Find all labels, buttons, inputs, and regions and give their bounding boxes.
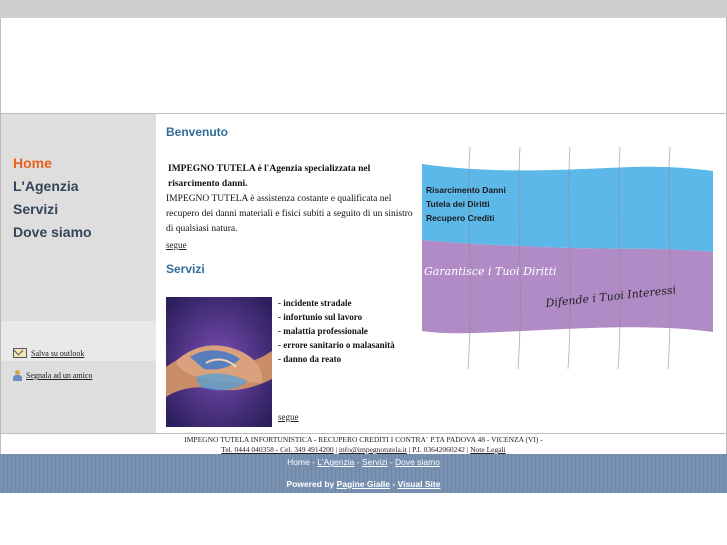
- save-outlook-link[interactable]: Salva su outlook: [13, 348, 84, 358]
- welcome-title: Benvenuto: [166, 125, 229, 139]
- service-item: - incidente stradale: [278, 298, 352, 308]
- bottom-nav: Home - L'Agenzia - Servizi - Dove siamo: [287, 457, 440, 467]
- welcome-body: IMPEGNO TUTELA è assistenza costante e q…: [166, 194, 413, 234]
- bottom-bar: Home - L'Agenzia - Servizi - Dove siamo …: [0, 454, 727, 493]
- service-item: - errore sanitario o malasanità: [278, 340, 395, 350]
- hands-photo: [166, 297, 272, 427]
- hands-photo-image: [166, 297, 272, 427]
- service-item: - infortunio sul lavoro: [278, 312, 363, 322]
- pagine-gialle-link[interactable]: Pagine Gialle: [337, 479, 390, 489]
- bottom-link-agenzia[interactable]: L'Agenzia: [317, 457, 354, 467]
- powered-by: Powered by Pagine Gialle - Visual Site: [286, 479, 441, 489]
- hero-banner-image: Risarcimento Danni Tutela dei Diritti Re…: [422, 146, 713, 370]
- services-more-link[interactable]: segue: [278, 412, 299, 422]
- powered-by-label: Powered by: [286, 479, 335, 489]
- visual-site-link[interactable]: Visual Site: [398, 479, 441, 489]
- company-vat: P.I. 03642060242: [412, 445, 465, 454]
- tell-friend-label: Segnala ad un amico: [26, 371, 93, 380]
- sidebar-nav: Home L'Agenzia Servizi Dove siamo: [13, 154, 92, 246]
- hero-banner: Risarcimento Danni Tutela dei Diritti Re…: [422, 146, 713, 370]
- company-address: IMPEGNO TUTELA INFORTUNISTICA - RECUPERO…: [184, 435, 543, 444]
- welcome-text: IMPEGNO TUTELA è l'Agenzia specializzata…: [166, 162, 414, 237]
- tell-friend-link[interactable]: Segnala ad un amico: [13, 370, 92, 381]
- legal-notes-link[interactable]: Note Legali: [470, 445, 506, 454]
- nav-home[interactable]: Home: [13, 154, 92, 177]
- friend-icon: [13, 370, 22, 381]
- service-item: - danno da reato: [278, 354, 342, 364]
- banner-line-2: Tutela dei Diritti: [426, 199, 490, 209]
- sidebar: Home L'Agenzia Servizi Dove siamo Salva …: [1, 114, 156, 433]
- company-info: IMPEGNO TUTELA INFORTUNISTICA - RECUPERO…: [1, 433, 726, 455]
- services-title: Servizi: [166, 262, 205, 276]
- nav-servizi[interactable]: Servizi: [13, 200, 92, 223]
- bottom-link-home[interactable]: Home: [287, 457, 310, 467]
- banner-script-1: Garantisce i Tuoi Diritti: [424, 265, 557, 278]
- services-list: - incidente stradale - infortunio sul la…: [278, 296, 408, 366]
- banner-line-1: Risarcimento Danni: [426, 185, 506, 195]
- welcome-more-link[interactable]: segue: [166, 240, 187, 250]
- bottom-link-servizi[interactable]: Servizi: [362, 457, 388, 467]
- service-item: - malattia professionale: [278, 326, 368, 336]
- bottom-link-dove-siamo[interactable]: Dove siamo: [395, 457, 440, 467]
- save-outlook-label: Salva su outlook: [31, 348, 85, 358]
- top-strip: [0, 0, 727, 18]
- nav-agenzia[interactable]: L'Agenzia: [13, 177, 92, 200]
- welcome-lead-1: IMPEGNO TUTELA è l'Agenzia specializzata…: [168, 164, 371, 174]
- welcome-lead-2: risarcimento danni.: [168, 179, 248, 189]
- nav-dove-siamo[interactable]: Dove siamo: [13, 223, 92, 246]
- banner-line-3: Recupero Crediti: [426, 213, 495, 223]
- envelope-icon: [13, 348, 27, 358]
- company-email[interactable]: info@impegnotutela.it: [339, 445, 407, 454]
- company-phones[interactable]: Tel. 0444 040358 - Cel. 349 4914200: [221, 445, 333, 454]
